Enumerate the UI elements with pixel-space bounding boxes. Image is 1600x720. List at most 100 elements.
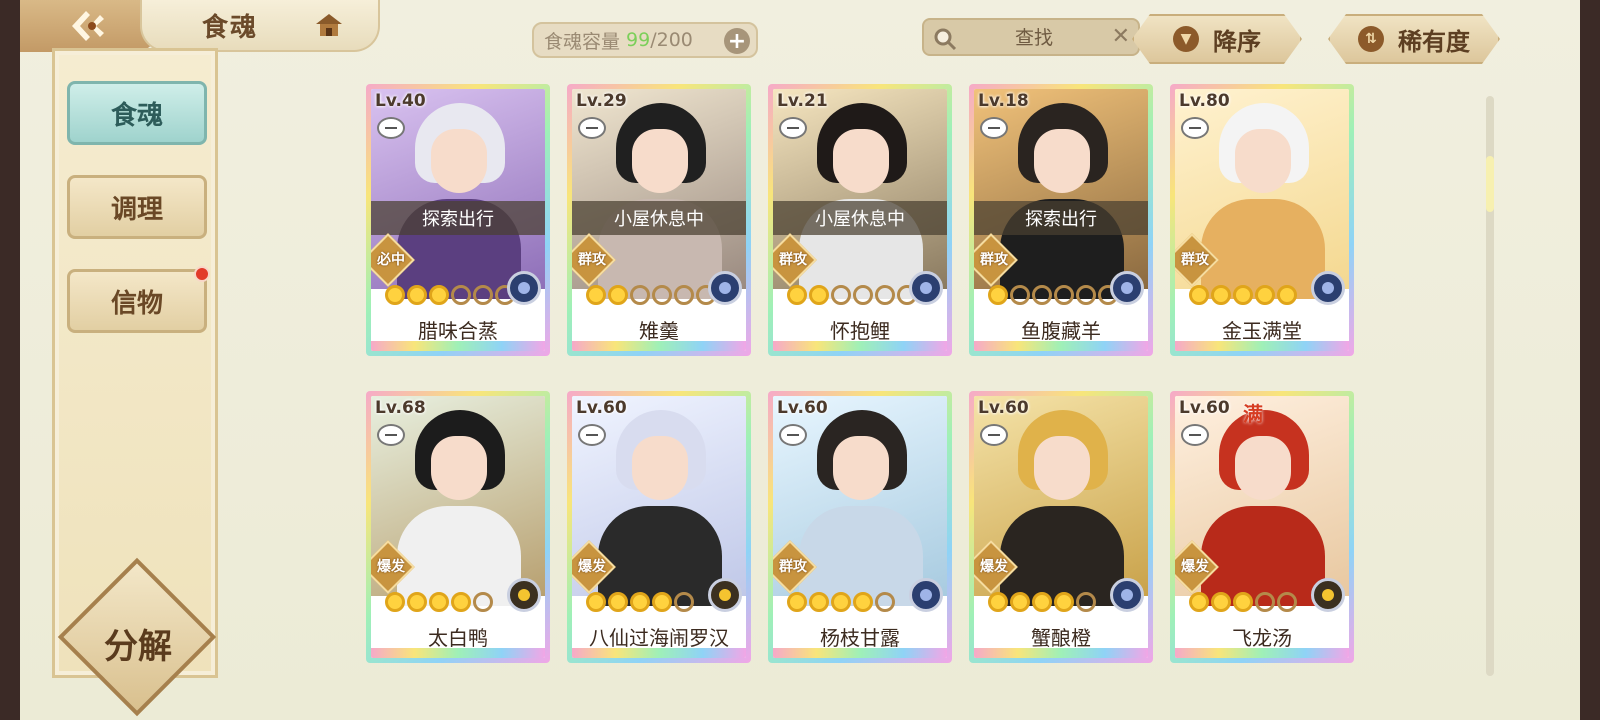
food-soul-card[interactable]: Lv.60 群攻 杨枝甘露 [768, 391, 952, 663]
sort-down-icon: ▼ [1173, 26, 1199, 52]
flavor-icon [507, 271, 541, 305]
sort-order-label: 降序 [1213, 27, 1261, 56]
capacity-display: 食魂容量 99 /200 + [532, 22, 758, 58]
bowl-icon [980, 117, 1008, 139]
card-footer [371, 341, 545, 351]
card-inner: Lv.60 群攻 杨枝甘露 [773, 396, 947, 658]
star-empty-icon [451, 285, 471, 305]
card-name: 八仙过海闹罗汉 [589, 626, 729, 650]
star-filled-icon [1277, 285, 1297, 305]
sort-key-button[interactable]: ⇅ 稀有度 [1328, 14, 1500, 64]
bowl-icon [779, 424, 807, 446]
star-rating [988, 592, 1096, 612]
food-soul-card[interactable]: Lv.60 满爆发 飞龙汤 [1170, 391, 1354, 663]
capacity-plus-button[interactable]: + [724, 28, 750, 54]
card-status: 小屋休息中 [572, 201, 746, 235]
sidebar-item-label: 食魂 [110, 100, 163, 131]
star-rating [1189, 592, 1297, 612]
role-label: 群攻 [578, 252, 606, 268]
sidebar-item-cooking[interactable]: 调理 [67, 175, 207, 239]
star-filled-icon [988, 285, 1008, 305]
card-level: Lv.60 [576, 398, 627, 418]
card-footer [974, 648, 1148, 658]
scroll-thumb[interactable] [1486, 156, 1494, 212]
capacity-label: 食魂容量 [544, 30, 621, 53]
flavor-icon [909, 578, 943, 612]
card-level: Lv.68 [375, 398, 426, 418]
sort-swap-icon: ⇅ [1358, 26, 1384, 52]
food-soul-card[interactable]: Lv.60 爆发八仙过海闹罗汉 [567, 391, 751, 663]
bowl-icon [377, 424, 405, 446]
bowl-icon [578, 424, 606, 446]
scrollbar[interactable] [1486, 96, 1494, 676]
role-label: 群攻 [1181, 252, 1209, 268]
sidebar-item-food-soul[interactable]: 食魂 [67, 81, 207, 145]
star-rating [988, 285, 1118, 305]
star-filled-icon [1189, 285, 1209, 305]
food-soul-card[interactable]: Lv.68 爆发 太白鸭 [366, 391, 550, 663]
clear-icon[interactable]: ✕ [1112, 24, 1130, 49]
card-level: Lv.60 [978, 398, 1029, 418]
star-empty-icon [1010, 285, 1030, 305]
sidebar: 食魂 调理 信物 分解 [52, 48, 218, 717]
food-soul-card[interactable]: Lv.40 探索出行 必中 腊味合蒸 [366, 84, 550, 356]
page-title-tab: 食魂 [140, 0, 380, 52]
flavor-icon [708, 578, 742, 612]
flavor-icon [1110, 271, 1144, 305]
star-rating [787, 285, 917, 305]
star-filled-icon [385, 592, 405, 612]
star-rating [385, 592, 493, 612]
food-soul-card[interactable]: Lv.60 爆发 蟹酿橙 [969, 391, 1153, 663]
star-empty-icon [652, 285, 672, 305]
card-footer [572, 341, 746, 351]
food-soul-card[interactable]: Lv.29 小屋休息中 群攻 雉羹 [567, 84, 751, 356]
food-soul-screen: 食魂 食魂容量 99 /200 + ✕ ▼ 降序 ⇅ [20, 0, 1580, 720]
star-empty-icon [674, 285, 694, 305]
card-name: 太白鸭 [428, 626, 488, 650]
card-footer [371, 648, 545, 658]
star-filled-icon [1211, 285, 1231, 305]
star-filled-icon [1054, 592, 1074, 612]
sort-order-button[interactable]: ▼ 降序 [1132, 14, 1302, 64]
sidebar-item-token[interactable]: 信物 [67, 266, 210, 333]
search-input[interactable] [964, 24, 1104, 52]
back-button[interactable] [20, 0, 160, 52]
food-soul-grid: Lv.40 探索出行 必中 腊味合蒸 Lv.29 小屋休息中 群攻 雉羹 Lv.21 小屋休息中群… [366, 84, 1366, 674]
sidebar-item-label: 调理 [110, 194, 163, 225]
bowl-icon [578, 117, 606, 139]
role-label: 爆发 [578, 559, 606, 575]
house-icon[interactable] [314, 12, 344, 38]
star-rating [586, 285, 716, 305]
star-filled-icon [407, 592, 427, 612]
card-inner: Lv.29 小屋休息中 群攻 雉羹 [572, 89, 746, 351]
food-soul-card[interactable]: Lv.80 群攻 金玉满堂 [1170, 84, 1354, 356]
food-soul-card[interactable]: Lv.18 探索出行 群攻 鱼腹藏羊 [969, 84, 1153, 356]
card-footer [572, 648, 746, 658]
bowl-icon [377, 117, 405, 139]
decompose-label: 分解 [104, 627, 172, 667]
star-empty-icon [1076, 592, 1096, 612]
role-label: 群攻 [779, 559, 807, 575]
role-label: 必中 [377, 252, 405, 268]
star-filled-icon [831, 592, 851, 612]
card-level: Lv.40 [375, 91, 426, 111]
food-soul-card[interactable]: Lv.21 小屋休息中 群攻 怀抱鲤 [768, 84, 952, 356]
card-name: 腊味合蒸 [418, 319, 498, 343]
flavor-icon [1311, 578, 1345, 612]
card-inner: Lv.80 群攻 金玉满堂 [1175, 89, 1349, 351]
page-title: 食魂 [202, 12, 259, 43]
star-empty-icon [831, 285, 851, 305]
star-filled-icon [586, 592, 606, 612]
capacity-current: 99 [626, 29, 651, 51]
star-empty-icon [473, 592, 493, 612]
bowl-icon [779, 117, 807, 139]
card-footer [1175, 648, 1349, 658]
card-name: 金玉满堂 [1222, 319, 1302, 343]
star-filled-icon [1233, 592, 1253, 612]
star-rating [787, 592, 895, 612]
card-inner: Lv.60 爆发八仙过海闹罗汉 [572, 396, 746, 658]
search-icon [934, 28, 957, 51]
card-name: 杨枝甘露 [820, 626, 900, 650]
card-level: Lv.21 [777, 91, 828, 111]
sort-key-label: 稀有度 [1398, 27, 1470, 56]
